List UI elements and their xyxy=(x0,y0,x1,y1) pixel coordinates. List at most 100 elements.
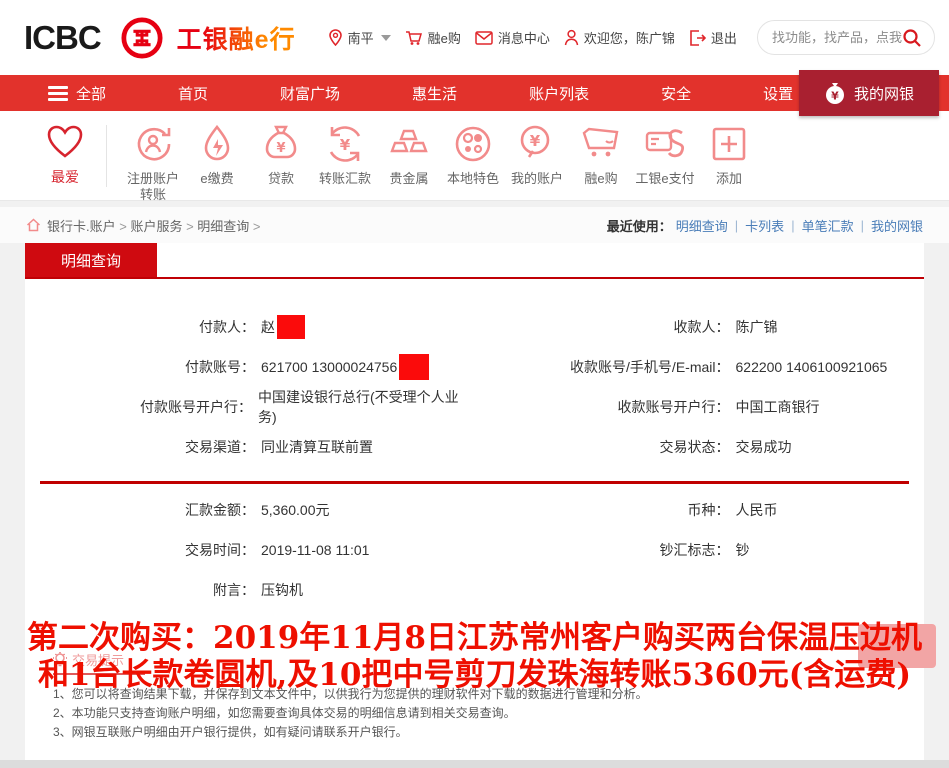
nav-item-accounts[interactable]: 账户列表 xyxy=(529,83,589,104)
search-box[interactable] xyxy=(757,20,935,55)
nav-item-life[interactable]: 惠生活 xyxy=(412,83,457,104)
shortcut-label: 转账汇款 xyxy=(313,171,377,187)
recent-link-detail-query[interactable]: 明细查询 xyxy=(676,216,728,235)
nav-item-settings[interactable]: 设置 xyxy=(763,83,793,104)
shortcut-my-account[interactable]: ¥ 我的账户 xyxy=(505,123,569,187)
detail-row: 付款人： 赵 收款人： 陈广锦 xyxy=(25,307,924,347)
money-bag-icon: ¥ xyxy=(824,81,846,105)
annotation-line1: 第二次购买：2019年11月8日江苏常州客户购买两台保温压边机 xyxy=(0,620,949,657)
nav-item-wealth[interactable]: 财富广场 xyxy=(280,83,340,104)
shortcut-bar: 最爱 注册账户转账 e缴费 ¥ 贷款 xyxy=(0,111,949,201)
payee-account-label: 收款账号/手机号/E-mail： xyxy=(475,357,730,377)
divider xyxy=(106,125,107,187)
payer-account-value: 621700 13000024756 xyxy=(261,359,397,375)
payee-bank-value: 中国工商银行 xyxy=(736,397,820,417)
breadcrumb: 明细查询 xyxy=(197,216,264,235)
local-features-icon xyxy=(452,123,494,165)
droplet-lightning-icon xyxy=(196,123,238,165)
amount-value: 5,360.00元 xyxy=(261,500,330,520)
e-pay-card-icon xyxy=(644,123,686,165)
recent-link-single-remit[interactable]: 单笔汇款 xyxy=(802,216,854,235)
gold-ingots-icon xyxy=(388,123,430,165)
recent-link-my-ebank[interactable]: 我的网银 xyxy=(871,216,923,235)
payer-bank-label: 付款账号开户行： xyxy=(25,397,252,417)
location-label: 南平 xyxy=(348,28,374,47)
logout-icon xyxy=(689,30,706,46)
search-input[interactable] xyxy=(772,30,902,45)
tip-item: 2、本功能只支持查询账户明细，如您需要查询具体交易的明细信息请到相关交易查询。 xyxy=(53,704,924,723)
shortcut-label: 贵金属 xyxy=(377,171,441,187)
breadcrumb[interactable]: 银行卡.账户 xyxy=(47,216,130,235)
welcome-user[interactable]: 欢迎您，陈广锦 xyxy=(564,28,675,47)
shortcut-label: 贷款 xyxy=(249,171,313,187)
red-separator xyxy=(40,481,909,484)
chevron-down-icon xyxy=(381,35,391,41)
hamburger-icon xyxy=(48,83,68,104)
envelope-icon xyxy=(475,31,493,45)
payee-account-value: 622200 1406100921065 xyxy=(736,359,888,375)
tab-detail-query[interactable]: 明细查询 xyxy=(25,243,157,277)
location-selector[interactable]: 南平 xyxy=(328,28,391,47)
logout-link[interactable]: 退出 xyxy=(689,28,737,47)
nav-all-label: 全部 xyxy=(76,83,106,104)
icbc-logo: ICBC xyxy=(24,19,101,57)
shortcut-rong-e-gou[interactable]: 融e购 xyxy=(569,123,633,187)
shortcut-register-transfer[interactable]: 注册账户转账 xyxy=(121,123,185,203)
shortcut-e-pay-fees[interactable]: e缴费 xyxy=(185,123,249,187)
main-nav: 全部 首页 财富广场 惠生活 账户列表 安全 设置 ¥ 我的网银 xyxy=(0,75,949,111)
shortcut-label: 本地特色 xyxy=(441,171,505,187)
shortcut-local-features[interactable]: 本地特色 xyxy=(441,123,505,187)
detail-row: 付款账号： 621700 13000024756 收款账号/手机号/E-mail… xyxy=(25,347,924,387)
register-transfer-icon xyxy=(132,123,174,165)
shortcut-transfer-remit[interactable]: ¥ 转账汇款 xyxy=(313,123,377,187)
rong-e-gou-link[interactable]: 融e购 xyxy=(405,28,461,47)
home-icon xyxy=(26,218,41,232)
tab-row: 明细查询 xyxy=(25,243,924,279)
shortcut-precious-metal[interactable]: 贵金属 xyxy=(377,123,441,187)
svg-text:¥: ¥ xyxy=(530,132,541,150)
breadcrumb-bar: 银行卡.账户 账户服务 明细查询 最近使用： 明细查询| 卡列表| 单笔汇款| … xyxy=(0,207,949,243)
recent-link-card-list[interactable]: 卡列表 xyxy=(745,216,784,235)
brand-name: 工银融e行 xyxy=(177,20,296,56)
transfer-arrows-icon: ¥ xyxy=(324,123,366,165)
recent-used-label: 最近使用： xyxy=(607,216,672,235)
account-search-icon: ¥ xyxy=(516,123,558,165)
shortcut-label: 添加 xyxy=(697,171,761,187)
annotation-line2: 和1台长款卷圆机,及10把中号剪刀发珠海转账5360元(含运费) xyxy=(0,657,949,694)
shortcut-label: e缴费 xyxy=(185,171,249,187)
payee-label: 收款人： xyxy=(475,317,730,337)
favorites-label: 最爱 xyxy=(36,167,94,187)
shortcut-label: 我的账户 xyxy=(505,171,569,187)
message-center-link[interactable]: 消息中心 xyxy=(475,28,550,47)
top-header: ICBC 工银融e行 南平 融e购 消息中心 xyxy=(0,0,949,75)
footer-strip xyxy=(0,760,949,768)
channel-value: 同业清算互联前置 xyxy=(261,437,373,457)
nav-all-menu[interactable]: 全部 xyxy=(48,83,106,104)
payer-bank-value: 中国建设银行总行(不受理个人业务) xyxy=(258,387,474,427)
channel-label: 交易渠道： xyxy=(25,437,255,457)
status-label: 交易状态： xyxy=(475,437,730,457)
rong-e-gou-label: 融e购 xyxy=(428,28,461,47)
recent-used: 最近使用： 明细查询| 卡列表| 单笔汇款| 我的网银 xyxy=(607,216,923,235)
shortcut-icbc-e-pay[interactable]: 工银e支付 xyxy=(633,123,697,187)
shortcut-loan[interactable]: ¥ 贷款 xyxy=(249,123,313,187)
icbc-round-logo-icon xyxy=(121,17,163,59)
nav-item-home[interactable]: 首页 xyxy=(178,83,208,104)
shortcut-label: 融e购 xyxy=(569,171,633,187)
time-value: 2019-11-08 11:01 xyxy=(261,542,369,558)
svg-text:¥: ¥ xyxy=(831,90,839,103)
payer-label: 付款人： xyxy=(25,317,255,337)
search-icon[interactable] xyxy=(902,28,922,48)
shortcut-add[interactable]: 添加 xyxy=(697,123,761,187)
person-icon xyxy=(564,29,579,46)
nav-item-security[interactable]: 安全 xyxy=(661,83,691,104)
favorites-tab[interactable]: 最爱 xyxy=(36,123,94,187)
money-bag-loan-icon: ¥ xyxy=(260,123,302,165)
breadcrumb[interactable]: 账户服务 xyxy=(130,216,197,235)
annotation-overlay: 第二次购买：2019年11月8日江苏常州客户购买两台保温压边机 和1台长款卷圆机… xyxy=(0,620,949,694)
logout-label: 退出 xyxy=(711,28,737,47)
my-ebank-ribbon[interactable]: ¥ 我的网银 xyxy=(799,70,939,116)
payer-value: 赵 xyxy=(261,317,275,337)
shortcut-label: 工银e支付 xyxy=(633,171,697,187)
payee-value: 陈广锦 xyxy=(736,317,778,337)
